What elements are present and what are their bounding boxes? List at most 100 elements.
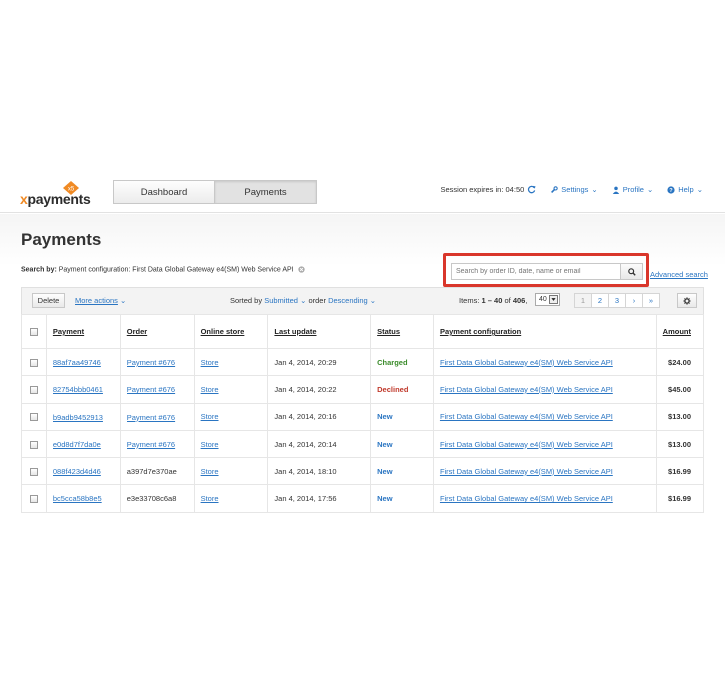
row-select-cell (21, 484, 47, 513)
next-page-button[interactable]: › (625, 293, 643, 308)
status-cell: Declined (370, 375, 434, 404)
row-select-cell (21, 429, 47, 459)
delete-button[interactable]: Delete (32, 293, 65, 308)
store-link[interactable]: Store (201, 494, 219, 503)
last-update-cell: Jan 4, 2014, 20:14 (267, 429, 372, 459)
order-cell: Payment #676 (119, 347, 195, 377)
store-cell: Store (193, 375, 269, 404)
last-update-cell: Jan 4, 2014, 18:10 (267, 457, 372, 486)
sort-order-dropdown[interactable]: Descending ⌄ (328, 296, 376, 305)
col-online-store[interactable]: Online store (193, 314, 269, 349)
row-checkbox[interactable] (29, 385, 38, 394)
status-cell: New (370, 429, 434, 459)
clear-filter-icon[interactable] (297, 266, 305, 273)
table-row: e0d8d7f7da0e Payment #676 Store Jan 4, 2… (21, 429, 705, 459)
header-right-menu: Session expires in: 04:50 Settings ⌄ Pro… (440, 185, 703, 194)
payment-id-link[interactable]: e0d8d7f7da0e (53, 440, 103, 449)
sort-field-dropdown[interactable]: Submitted ⌄ (264, 296, 306, 305)
last-update-cell: Jan 4, 2014, 17:56 (267, 484, 372, 513)
sort-controls: Sorted by Submitted ⌄ order Descending ⌄ (230, 296, 376, 305)
store-cell: Store (193, 347, 269, 377)
config-link[interactable]: First Data Global Gateway e4(SM) Web Ser… (440, 467, 613, 476)
items-range: 1 – 40 (481, 296, 503, 305)
last-page-button[interactable]: » (642, 293, 660, 308)
more-actions-menu[interactable]: More actions ⌄ (75, 296, 126, 305)
settings-menu[interactable]: Settings ⌄ (550, 185, 598, 194)
status-badge: New (377, 412, 393, 422)
table-header-row: Payment Order Online store Last update S… (21, 314, 705, 349)
page-2[interactable]: 2 (591, 293, 609, 308)
select-arrow-icon (549, 295, 558, 304)
row-checkbox[interactable] (29, 413, 38, 422)
help-menu[interactable]: ? Help ⌄ (667, 185, 703, 194)
logo-wordmark: payments (27, 191, 91, 207)
session-timer: Session expires in: 04:50 (440, 185, 536, 194)
last-update-cell: Jan 4, 2014, 20:22 (267, 375, 372, 404)
table-settings-button[interactable] (677, 293, 697, 308)
col-amount[interactable]: Amount (655, 314, 705, 349)
store-cell: Store (193, 484, 269, 513)
sort-order-label: Descending (328, 296, 368, 305)
payment-id-link[interactable]: b9adb9452913 (53, 413, 103, 422)
col-status[interactable]: Status (370, 314, 434, 349)
order-link[interactable]: Payment #676 (127, 413, 177, 422)
tab-dashboard[interactable]: Dashboard (113, 180, 215, 204)
profile-menu[interactable]: Profile ⌄ (612, 185, 653, 194)
amount-cell: $45.00 (655, 375, 705, 404)
store-cell: Store (193, 402, 269, 431)
items-count: Items: 1 – 40 of 406, (459, 296, 528, 305)
wrench-icon (551, 185, 559, 193)
payment-id-link[interactable]: 088f423d4d46 (53, 467, 103, 476)
chevron-down-icon: ⌄ (120, 296, 127, 305)
tab-payments[interactable]: Payments (215, 180, 317, 204)
order-cell: e3e33708c6a8 (119, 484, 195, 513)
amount-cell: $13.00 (655, 402, 705, 431)
table-toolbar: Delete More actions ⌄ Sorted by Submitte… (21, 287, 704, 314)
payment-id-link[interactable]: bc5cca58b8e5 (53, 494, 103, 503)
order-link[interactable]: Payment #676 (127, 385, 177, 394)
status-badge: New (377, 466, 393, 476)
config-link[interactable]: First Data Global Gateway e4(SM) Web Ser… (440, 385, 613, 394)
payment-id-link[interactable]: 82754bbb0461 (53, 385, 103, 394)
xpayments-logo[interactable]: xpayments x5 (20, 181, 100, 207)
chevron-down-icon: ⌄ (591, 185, 598, 194)
page-1[interactable]: 1 (574, 293, 592, 308)
select-all-checkbox[interactable] (29, 328, 38, 336)
page-3[interactable]: 3 (608, 293, 626, 308)
refresh-icon[interactable] (527, 185, 536, 194)
table-row: b9adb9452913 Payment #676 Store Jan 4, 2… (21, 402, 705, 431)
search-by-label: Search by: (21, 266, 57, 274)
advanced-search-link[interactable]: Advanced search (650, 270, 708, 279)
config-link[interactable]: First Data Global Gateway e4(SM) Web Ser… (440, 358, 613, 367)
order-link[interactable]: Payment #676 (127, 358, 177, 367)
config-link[interactable]: First Data Global Gateway e4(SM) Web Ser… (440, 440, 613, 449)
per-page-select[interactable]: 40 (535, 293, 560, 306)
col-payment-configuration[interactable]: Payment configuration (432, 314, 657, 349)
store-link[interactable]: Store (201, 467, 219, 476)
store-link[interactable]: Store (201, 412, 219, 421)
row-checkbox[interactable] (29, 495, 38, 504)
payment-id-cell: b9adb9452913 (45, 402, 121, 431)
order-link[interactable]: Payment #676 (127, 440, 177, 449)
row-checkbox[interactable] (29, 467, 38, 476)
row-checkbox[interactable] (29, 440, 38, 449)
col-payment[interactable]: Payment (45, 314, 121, 349)
col-order[interactable]: Order (119, 314, 195, 349)
last-update-cell: Jan 4, 2014, 20:29 (267, 347, 372, 377)
config-link[interactable]: First Data Global Gateway e4(SM) Web Ser… (440, 494, 613, 503)
order-cell: Payment #676 (119, 402, 195, 431)
store-link[interactable]: Store (201, 385, 219, 394)
store-link[interactable]: Store (201, 440, 219, 449)
config-cell: First Data Global Gateway e4(SM) Web Ser… (432, 347, 657, 377)
items-total: 406 (512, 296, 526, 305)
search-input[interactable] (451, 263, 621, 280)
help-label: Help (678, 185, 694, 194)
payment-id-cell: 88af7aa49746 (45, 347, 121, 377)
payment-id-link[interactable]: 88af7aa49746 (53, 358, 103, 367)
search-filter-summary: Search by: Payment configuration: First … (21, 266, 305, 273)
col-last-update[interactable]: Last update (267, 314, 372, 349)
store-link[interactable]: Store (201, 358, 219, 367)
row-checkbox[interactable] (29, 358, 38, 367)
search-button[interactable] (621, 263, 643, 280)
config-link[interactable]: First Data Global Gateway e4(SM) Web Ser… (440, 412, 613, 421)
